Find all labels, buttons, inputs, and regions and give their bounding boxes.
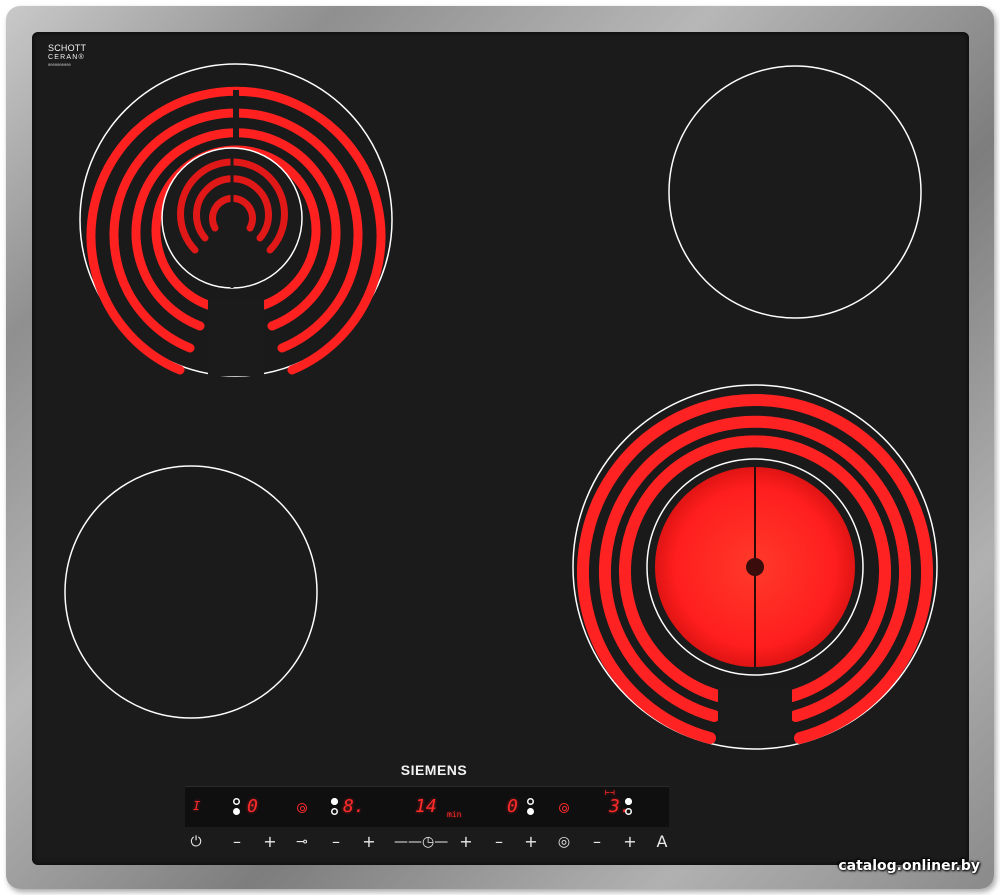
zone2-level-digit: 8. <box>343 796 365 817</box>
control-display: I 0 8. 14 min 0 ⊢⊣ 3. <box>185 786 669 827</box>
zone4-position-icon <box>625 798 633 816</box>
zone3-position-icon <box>527 798 535 816</box>
timer-unit: min <box>447 810 462 819</box>
timer-digits: 14 <box>415 796 437 817</box>
zone2-position-icon <box>331 798 339 816</box>
cooking-zone-front-right[interactable] <box>572 384 938 750</box>
power-indicator: I <box>193 799 201 813</box>
zone4-minus-button[interactable]: – <box>586 832 608 852</box>
cooking-zone-rear-left[interactable] <box>79 63 393 377</box>
brand-logo: SIEMENS <box>400 762 468 778</box>
zone1-plus-button[interactable]: + <box>259 832 281 852</box>
cooking-zones <box>64 63 938 750</box>
power-button[interactable]: ⏻ <box>185 832 207 852</box>
dual-zone-button[interactable]: ◎ <box>553 832 575 852</box>
timer-plus-button[interactable]: + <box>455 832 477 852</box>
cooking-zone-rear-right[interactable] <box>668 65 922 319</box>
dual-circuit-icon <box>297 803 307 813</box>
cooking-zone-front-left[interactable] <box>64 465 318 719</box>
watermark-text: catalog.onliner.by <box>838 858 980 874</box>
touch-control-strip: ⏻ – + ⊸ – + ——◷— + – + ◎ – + A <box>32 828 969 865</box>
auto-boil-button[interactable]: A <box>651 832 673 852</box>
child-lock-button[interactable]: ⊸ <box>291 832 313 852</box>
zone1-level-digit: 0 <box>247 796 258 817</box>
dual-circuit-icon-2 <box>559 803 569 813</box>
zone2-minus-button[interactable]: – <box>325 832 347 852</box>
zone1-position-icon <box>233 798 241 816</box>
zone3-minus-button[interactable]: – <box>488 832 510 852</box>
zone3-level-digit: 0 <box>507 796 518 817</box>
timer-button[interactable]: ——◷— <box>394 832 456 852</box>
zone3-plus-button[interactable]: + <box>520 832 542 852</box>
zone2-plus-button[interactable]: + <box>358 832 380 852</box>
zone4-plus-button[interactable]: + <box>619 832 641 852</box>
zone1-minus-button[interactable]: – <box>226 832 248 852</box>
